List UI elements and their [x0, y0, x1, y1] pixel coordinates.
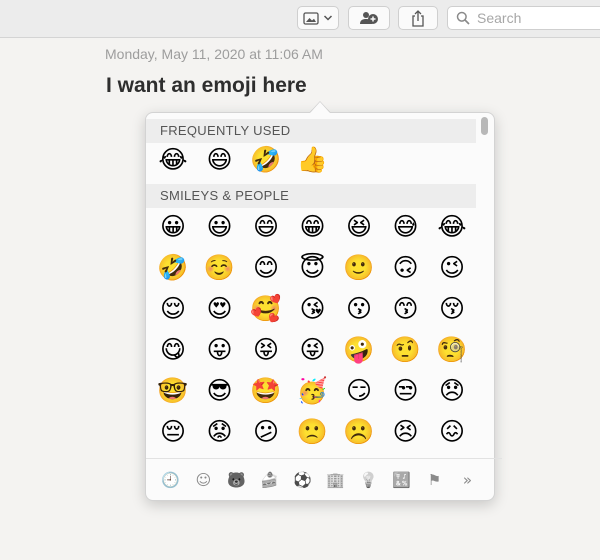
emoji-button[interactable]: 😗 — [341, 292, 377, 326]
category-bar: 🕘 ☺ 🐻 🍰 ⚽ 🏢 💡 🔣 ⚑» — [146, 458, 502, 501]
emoji-button[interactable]: 😀 — [155, 210, 191, 244]
section-header-smileys-people: SMILEYS & PEOPLE — [146, 184, 476, 208]
emoji-button[interactable]: 🤪 — [341, 333, 377, 367]
emoji-button[interactable]: 😢 — [295, 456, 331, 457]
emoji-button[interactable]: 😌 — [155, 292, 191, 326]
emoji-button[interactable]: 😘 — [295, 292, 331, 326]
emoji-button[interactable]: 😩 — [202, 456, 238, 457]
note-date: Monday, May 11, 2020 at 11:06 AM — [105, 46, 323, 62]
category-travel-icon[interactable]: 🏢 — [319, 465, 352, 495]
search-icon — [456, 11, 470, 25]
category-food-icon[interactable]: 🍰 — [253, 465, 286, 495]
emoji-button[interactable]: 🙁 — [295, 415, 331, 449]
emoji-button[interactable]: 🥳 — [295, 374, 331, 408]
emoji-button[interactable]: 😝 — [248, 333, 284, 367]
category-objects-icon[interactable]: 💡 — [352, 465, 385, 495]
note-title[interactable]: I want an emoji here — [106, 74, 307, 98]
emoji-button[interactable]: 😛 — [202, 333, 238, 367]
emoji-button[interactable]: 🥺 — [248, 456, 284, 457]
emoji-button[interactable]: 😟 — [202, 415, 238, 449]
emoji-scroll-area[interactable]: FREQUENTLY USED 😂 😄 🤣 👍 SMILEYS & PEOPLE 😀 😃… — [146, 113, 494, 457]
popover-arrow — [310, 102, 330, 113]
emoji-button[interactable]: 😔 — [155, 415, 191, 449]
add-people-icon — [360, 12, 378, 24]
emoji-button[interactable]: 😣 — [388, 415, 424, 449]
emoji-button[interactable]: 😤 — [388, 456, 424, 457]
emoji-button[interactable]: 😄 — [202, 143, 238, 177]
share-icon — [412, 9, 424, 27]
photo-icon — [303, 11, 319, 25]
media-menu-button[interactable] — [297, 6, 339, 30]
emoji-button[interactable]: 🤨 — [388, 333, 424, 367]
emoji-button[interactable]: 😠 — [434, 456, 470, 457]
emoji-picker: FREQUENTLY USED 😂 😄 🤣 👍 SMILEYS & PEOPLE 😀 😃… — [145, 112, 502, 501]
emoji-button[interactable]: 🤓 — [155, 374, 191, 408]
search-field[interactable]: Search — [447, 6, 600, 30]
emoji-button[interactable]: 😂 — [155, 143, 191, 177]
emoji-button[interactable]: 😞 — [434, 374, 470, 408]
emoji-button[interactable]: ☹️ — [341, 415, 377, 449]
emoji-button[interactable]: 😉 — [434, 251, 470, 285]
emoji-button[interactable]: 😅 — [388, 210, 424, 244]
scrollbar-thumb[interactable] — [481, 117, 488, 135]
emoji-button[interactable]: 🙃 — [388, 251, 424, 285]
emoji-button[interactable]: 🧐 — [434, 333, 470, 367]
category-flags-icon[interactable]: ⚑ — [418, 465, 451, 495]
emoji-button[interactable]: 🙂 — [341, 251, 377, 285]
section-header-frequently-used: FREQUENTLY USED — [146, 119, 476, 143]
share-button[interactable] — [398, 6, 438, 30]
emoji-button[interactable]: 😎 — [202, 374, 238, 408]
emoji-button[interactable]: ☺️ — [202, 251, 238, 285]
toolbar: Search — [0, 0, 600, 38]
category-recent-icon[interactable]: 🕘 — [154, 465, 187, 495]
emoji-button[interactable]: 😄 — [248, 210, 284, 244]
emoji-button[interactable]: 😚 — [434, 292, 470, 326]
emoji-button[interactable]: 😙 — [388, 292, 424, 326]
emoji-button[interactable]: 😂 — [434, 210, 470, 244]
emoji-button[interactable]: 😆 — [341, 210, 377, 244]
emoji-button[interactable]: 🥰 — [248, 292, 284, 326]
category-more-icon[interactable]: » — [451, 465, 484, 495]
emoji-button[interactable]: 😁 — [295, 210, 331, 244]
emoji-button[interactable]: 😍 — [202, 292, 238, 326]
emoji-button[interactable]: 😊 — [248, 251, 284, 285]
category-animals-icon[interactable]: 🐻 — [220, 465, 253, 495]
category-activity-icon[interactable]: ⚽ — [286, 465, 319, 495]
emoji-button[interactable]: 😫 — [155, 456, 191, 457]
emoji-button[interactable]: 😃 — [202, 210, 238, 244]
emoji-button[interactable]: 😒 — [388, 374, 424, 408]
emoji-button[interactable]: 😖 — [434, 415, 470, 449]
emoji-button[interactable]: 😕 — [248, 415, 284, 449]
category-symbols-icon[interactable]: 🔣 — [385, 465, 418, 495]
emoji-button[interactable]: 😭 — [341, 456, 377, 457]
add-people-button[interactable] — [348, 6, 390, 30]
emoji-button[interactable]: 🤣 — [248, 143, 284, 177]
emoji-button[interactable]: 🤩 — [248, 374, 284, 408]
emoji-button[interactable]: 😜 — [295, 333, 331, 367]
emoji-button[interactable]: 😏 — [341, 374, 377, 408]
category-smileys-icon[interactable]: ☺ — [187, 465, 220, 495]
emoji-button[interactable]: 😋 — [155, 333, 191, 367]
chevron-down-icon — [323, 15, 333, 21]
search-placeholder: Search — [477, 10, 522, 26]
emoji-button[interactable]: 👍 — [295, 143, 331, 177]
emoji-button[interactable]: 😇 — [295, 251, 331, 285]
emoji-button[interactable]: 🤣 — [155, 251, 191, 285]
